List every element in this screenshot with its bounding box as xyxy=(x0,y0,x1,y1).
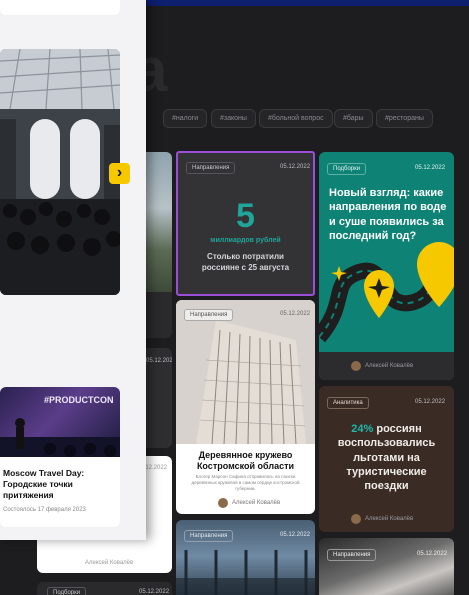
article-tag: Подборки xyxy=(327,163,367,175)
filter-chip-sore-issue[interactable]: #больной вопрос xyxy=(259,109,333,128)
carousel-next-button[interactable]: › xyxy=(109,163,130,184)
article-date: 05.12.2022 xyxy=(417,551,448,557)
article-date: 05.12.2022 xyxy=(280,311,311,317)
article-title: 24% россиян воспользовались льготами на … xyxy=(327,422,446,493)
hand-article-card[interactable]: Направления 05.12.2022 xyxy=(319,538,454,595)
article-tag: Подборки xyxy=(47,587,87,595)
article-image: Направления 05.12.2022 xyxy=(176,300,315,444)
stat-card-tag: Направления xyxy=(186,162,236,174)
article-title: Новый взгляд: какие направления по воде … xyxy=(329,187,447,242)
stat-card-number: 5 xyxy=(236,197,255,235)
event-banner-text: #PRODUCTCON xyxy=(44,395,114,405)
author-avatar xyxy=(351,361,361,371)
analytics-article-card[interactable]: Аналитика 05.12.2022 24% россиян восполь… xyxy=(319,386,454,532)
stat-card-unit: миллиардов рублей xyxy=(210,237,281,244)
filter-chip-taxes[interactable]: #налоги xyxy=(163,109,208,128)
airport-article-card[interactable]: Направления 05.12.2022 xyxy=(176,520,315,595)
building-illustration xyxy=(176,300,315,444)
article-author: Алексей Ковалёв xyxy=(85,560,134,566)
overlay-panel: › #PRODUCTCON Moscow Travel Day: Городск… xyxy=(0,0,146,540)
author-avatar xyxy=(351,514,361,524)
filter-chip-bars[interactable]: #бары xyxy=(334,109,373,128)
article-title-highlight: 24% xyxy=(351,423,374,435)
article-title: Деревянное кружево Костромской области xyxy=(196,450,295,472)
article-author: Алексей Ковалёв xyxy=(232,500,281,506)
article-date: 05.12.2022 xyxy=(146,358,172,364)
filter-chip-restaurants[interactable]: #рестораны xyxy=(376,109,433,128)
author-avatar xyxy=(218,498,228,508)
green-article-card[interactable]: Подборки 05.12.2022 Новый взгляд: какие … xyxy=(319,152,454,380)
event-meta: Состоялось 17 февраля 2023 xyxy=(3,507,86,513)
article-tag: Направления xyxy=(184,309,234,321)
stat-card[interactable]: Направления 05.12.2022 5 миллиардов рубл… xyxy=(176,151,315,296)
article-excerpt: Блогер Марсон Сафина отправилась на поис… xyxy=(191,474,300,491)
event-title: Moscow Travel Day: Городские точки притя… xyxy=(3,468,85,501)
article-tag: Направления xyxy=(184,530,234,542)
stat-card-caption: Столько потратили россияне с 25 августа xyxy=(201,252,290,272)
article-date: 05.12.2022 xyxy=(415,165,446,171)
event-article-card[interactable]: #PRODUCTCON Moscow Travel Day: Городские… xyxy=(0,387,120,527)
panel-top-card[interactable] xyxy=(0,0,120,15)
article-date: 05.12.2022 xyxy=(280,532,311,538)
article-author: Алексей Ковалёв xyxy=(365,516,414,522)
article-tag: Направления xyxy=(327,549,377,561)
map-route-illustration xyxy=(319,242,454,343)
article-card-col1-bottom[interactable]: Подборки 05.12.2022 xyxy=(37,582,172,595)
article-image xyxy=(319,538,454,595)
article-date: 05.12.2022 xyxy=(415,399,446,405)
event-hall-photo xyxy=(0,49,120,295)
article-date: 05.12.2022 xyxy=(139,589,170,595)
building-article-card[interactable]: Направления 05.12.2022 Деревянное кружев… xyxy=(176,300,315,514)
chevron-right-icon: › xyxy=(116,164,123,181)
article-tag: Аналитика xyxy=(327,397,369,409)
filter-chip-laws[interactable]: #законы xyxy=(211,109,256,128)
event-photo-card[interactable] xyxy=(0,49,120,295)
stat-card-date: 05.12.2022 xyxy=(280,164,311,170)
article-author: Алексей Ковалёв xyxy=(365,363,414,369)
